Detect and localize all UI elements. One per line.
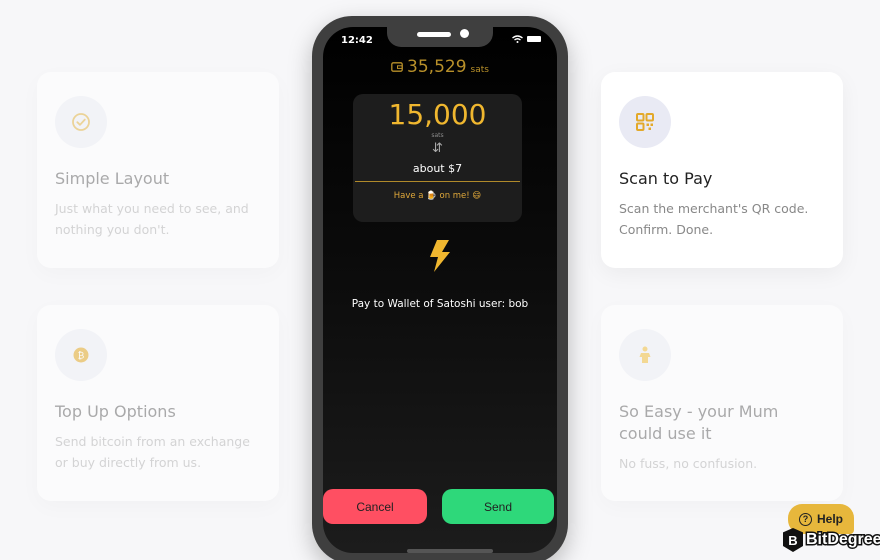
person-icon [639, 346, 651, 363]
payment-unit: sats [431, 132, 444, 139]
wallet-balance: 35,529 sats [323, 57, 557, 77]
feature-description: Scan the merchant's QR code. Confirm. Do… [619, 201, 809, 237]
qr-code-icon [636, 113, 654, 131]
bitcoin-coin-icon: ₿ [73, 347, 89, 363]
icon-badge [619, 329, 671, 381]
bitdegree-watermark: B BitDegree [783, 528, 880, 552]
check-circle-icon [72, 113, 90, 131]
wifi-icon [512, 35, 523, 43]
feature-card-so-easy: So Easy - your Mum could use it No fuss,… [601, 305, 843, 501]
status-indicators [512, 35, 541, 43]
cancel-button[interactable]: Cancel [323, 489, 427, 524]
feature-card-top-up-options: ₿ Top Up Options Send bitcoin from an ex… [37, 305, 279, 501]
feature-title: Simple Layout [55, 169, 170, 188]
send-button[interactable]: Send [442, 489, 554, 524]
wallet-icon [391, 62, 403, 72]
feature-description: Send bitcoin from an exchange or buy dir… [55, 434, 250, 470]
camera-icon [460, 29, 469, 38]
status-time: 12:42 [341, 35, 373, 46]
feature-title: So Easy - your Mum could use it [619, 402, 779, 443]
icon-badge: ₿ [55, 329, 107, 381]
feature-description: Just what you need to see, and nothing y… [55, 201, 249, 237]
help-label: Help [816, 512, 843, 526]
pay-to-recipient: Pay to Wallet of Satoshi user: bob [351, 298, 529, 310]
payment-amount-card: 15,000 sats ⇵ about $7 Have a 🍺 on me! 😄 [353, 94, 522, 222]
phone-mockup: 12:42 35,529 sats 15,000 sats ⇵ about $7… [312, 16, 568, 560]
home-indicator [407, 549, 493, 553]
brand-name: BitDegree [805, 530, 880, 550]
battery-icon [527, 36, 541, 42]
lightning-bolt-icon [430, 240, 450, 272]
svg-text:₿: ₿ [78, 351, 85, 362]
help-icon: ? [798, 512, 812, 526]
fiat-equivalent: about $7 [412, 162, 463, 175]
divider [355, 181, 520, 182]
balance-unit: sats [470, 65, 489, 75]
balance-amount: 35,529 [407, 57, 467, 77]
bitdegree-logo-icon: B [783, 528, 803, 552]
swap-currency-icon[interactable]: ⇵ [353, 141, 522, 156]
feature-card-scan-to-pay: Scan to Pay Scan the merchant's QR code.… [601, 72, 843, 268]
feature-title: Scan to Pay [619, 169, 713, 188]
icon-badge [55, 96, 107, 148]
speaker-icon [417, 32, 451, 37]
phone-screen: 12:42 35,529 sats 15,000 sats ⇵ about $7… [323, 27, 557, 553]
feature-description: No fuss, no confusion. [619, 456, 758, 471]
payment-memo: Have a 🍺 on me! 😄 [393, 191, 482, 201]
feature-card-simple-layout: Simple Layout Just what you need to see,… [37, 72, 279, 268]
icon-badge [619, 96, 671, 148]
phone-notch [387, 27, 493, 47]
payment-amount: 15,000 [388, 98, 487, 131]
feature-title: Top Up Options [55, 402, 176, 421]
